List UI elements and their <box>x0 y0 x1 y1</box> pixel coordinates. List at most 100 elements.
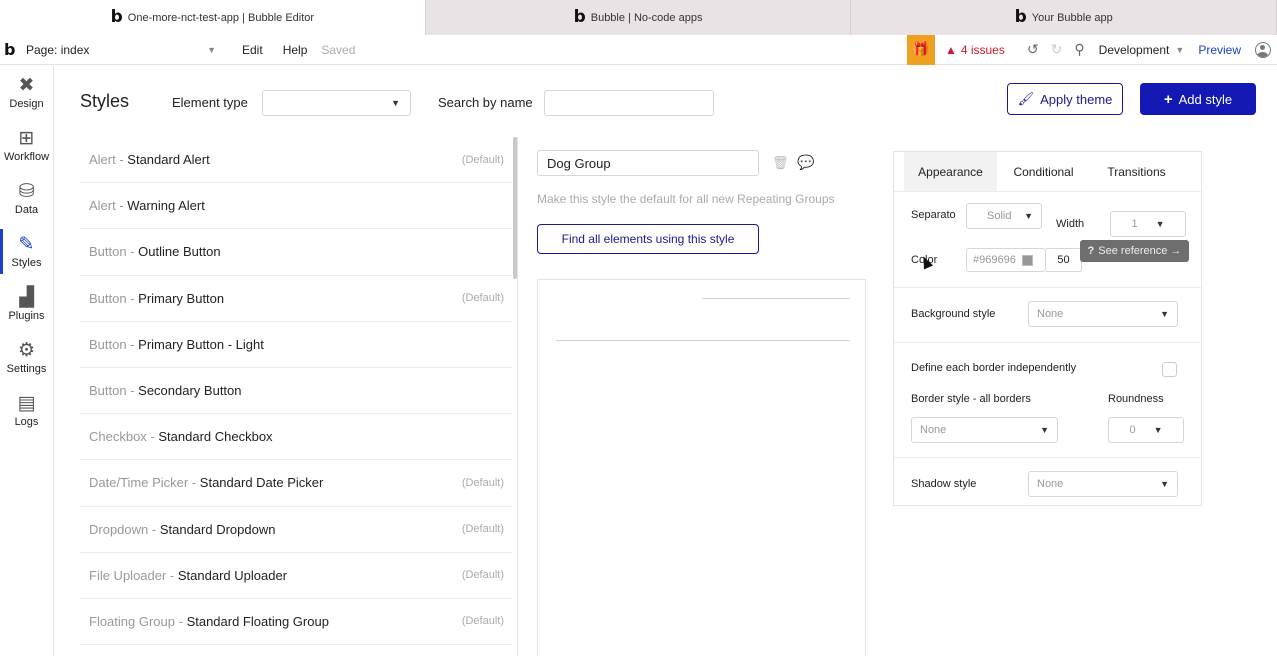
nav-item-logs[interactable]: ▤ Logs <box>0 384 53 437</box>
roundness-value: 0 <box>1129 424 1136 436</box>
style-list-item-name: Button - Primary Button <box>89 291 224 306</box>
environment-label: Development <box>1098 42 1170 57</box>
editor-topbar: b Page: index ▼ Edit Help Saved 🎁 ▲ 4 is… <box>0 34 1277 65</box>
separator-style-dropdown[interactable]: Solid ▼ <box>966 203 1042 229</box>
style-element-type: Alert - <box>89 198 124 214</box>
nav-label: Data <box>14 203 39 216</box>
style-preview <box>537 279 866 656</box>
issues-button[interactable]: ▲ 4 issues <box>945 43 1015 57</box>
edit-menu[interactable]: Edit <box>242 43 263 57</box>
style-list-item-name: Dropdown - Standard Dropdown <box>89 522 275 537</box>
browser-tab-app[interactable]: b Your Bubble app <box>851 0 1277 35</box>
shadow-style-value: None <box>1037 478 1064 490</box>
style-name: Secondary Button <box>138 383 242 399</box>
redo-icon[interactable]: ↻ <box>1051 41 1063 58</box>
color-input[interactable]: #969696 <box>966 248 1046 272</box>
tab-conditional[interactable]: Conditional <box>997 152 1090 191</box>
default-badge: (Default) <box>461 292 504 305</box>
shadow-style-dropdown[interactable]: None ▼ <box>1028 471 1178 497</box>
width-dropdown[interactable]: 1 ▼ <box>1110 211 1186 237</box>
element-type-dropdown[interactable]: ▼ <box>262 90 411 116</box>
bubble-logo-icon[interactable]: b <box>4 41 26 58</box>
style-name: Standard Alert <box>127 152 210 168</box>
nav-item-styles[interactable]: ✎ Styles <box>0 225 53 278</box>
environment-selector[interactable]: Development ▼ <box>1099 43 1185 57</box>
chevron-down-icon: ▼ <box>391 98 400 108</box>
nav-item-workflow[interactable]: ⊞ Workflow <box>0 119 53 172</box>
style-list-item[interactable]: Button - Secondary Button <box>80 368 512 415</box>
style-list-item[interactable]: Alert - Standard Alert (Default) <box>80 137 512 184</box>
page-title: Styles <box>80 91 130 111</box>
undo-icon[interactable]: ↺ <box>1027 41 1039 58</box>
style-list-item[interactable]: Button - Primary Button - Light <box>80 322 512 368</box>
roundness-dropdown[interactable]: 0 ▼ <box>1108 417 1184 443</box>
style-list-item[interactable]: Date/Time Picker - Standard Date Picker (… <box>80 460 512 507</box>
style-list-item[interactable]: Checkbox - Standard Checkbox <box>80 414 512 461</box>
style-name: Standard Dropdown <box>159 521 276 537</box>
width-label: Width <box>1056 218 1085 230</box>
style-list-item[interactable]: Button - Outline Button <box>80 229 512 276</box>
color-swatch[interactable] <box>1021 254 1033 266</box>
style-list-item[interactable]: File Uploader - Standard Uploader (Defaul… <box>80 553 512 599</box>
default-badge: (Default) <box>461 615 504 628</box>
bubble-logo-icon: b <box>573 7 586 27</box>
background-style-value: None <box>1037 308 1064 320</box>
add-style-button[interactable]: + Add style <box>1140 83 1256 115</box>
preview-link[interactable]: Preview <box>1198 43 1241 57</box>
style-name-input[interactable]: Dog Group <box>537 150 759 176</box>
browser-tab-title: Bubble | No-code apps <box>590 11 703 24</box>
default-badge: (Default) <box>461 523 504 536</box>
bubble-logo-icon: b <box>1014 7 1027 27</box>
plus-icon: + <box>1163 90 1173 108</box>
search-input[interactable] <box>544 90 714 116</box>
style-list-item-name: Button - Outline Button <box>89 244 221 259</box>
account-icon[interactable] <box>1255 41 1271 58</box>
chevron-down-icon: ▼ <box>1155 219 1165 229</box>
opacity-input[interactable]: 50 <box>1046 248 1082 272</box>
browser-tab-editor[interactable]: b One-more-nct-test-app | Bubble Editor <box>0 0 426 35</box>
tab-appearance[interactable]: Appearance <box>904 152 997 191</box>
browser-tab-bubble[interactable]: b Bubble | No-code apps <box>425 0 852 35</box>
style-list-item[interactable]: Dropdown - Standard Dropdown (Default) <box>80 507 512 553</box>
default-badge: (Default) <box>461 476 504 489</box>
style-list-scrollbar[interactable] <box>513 137 517 279</box>
style-list-item[interactable]: Button - Primary Button (Default) <box>80 276 512 322</box>
nav-label: Plugins <box>8 309 45 322</box>
nav-item-plugins[interactable]: ▟ Plugins <box>0 278 53 331</box>
design-icon: ✖ <box>18 74 35 96</box>
default-badge: (Default) <box>461 153 504 166</box>
define-border-label: Define each border independently <box>911 362 1077 374</box>
page-selector-label: Page: index <box>26 42 90 57</box>
gift-icon[interactable]: 🎁 <box>906 34 935 65</box>
add-style-label: Add style <box>1178 91 1233 107</box>
style-name: Standard Checkbox <box>158 429 273 445</box>
comment-icon[interactable]: 💬 <box>797 154 814 171</box>
nav-item-design[interactable]: ✖ Design <box>0 66 53 119</box>
chevron-down-icon: ▼ <box>1160 309 1169 319</box>
border-style-dropdown[interactable]: None ▼ <box>911 417 1058 443</box>
style-name: Standard Floating Group <box>186 613 329 629</box>
style-list-item[interactable]: Alert - Warning Alert <box>80 183 512 230</box>
help-menu[interactable]: Help <box>283 43 308 57</box>
background-style-dropdown[interactable]: None ▼ <box>1028 301 1178 327</box>
logs-icon: ▤ <box>17 392 36 414</box>
set-default-link[interactable]: Make this style the default for all new … <box>537 192 835 206</box>
trash-icon[interactable]: 🗑 <box>772 155 789 171</box>
nav-item-data[interactable]: ⛁ Data <box>0 172 53 225</box>
style-element-type: File Uploader - <box>89 567 175 583</box>
nav-item-settings[interactable]: ⚙ Settings <box>0 331 53 384</box>
browser-tab-title: One-more-nct-test-app | Bubble Editor <box>127 11 315 24</box>
apply-theme-button[interactable]: 🖌 Apply theme <box>1007 83 1123 115</box>
page-selector[interactable]: Page: index ▼ <box>26 43 222 57</box>
define-border-checkbox[interactable] <box>1162 362 1177 377</box>
tab-transitions[interactable]: Transitions <box>1090 152 1183 191</box>
style-list-item[interactable]: Floating Group - Standard Floating Group… <box>80 599 512 646</box>
style-element-type: Button - <box>89 383 135 399</box>
panel-tabs: Appearance Conditional Transitions <box>894 152 1201 192</box>
style-element-type: Dropdown - <box>89 521 157 537</box>
search-icon[interactable]: ⚲ <box>1074 41 1084 58</box>
find-elements-button[interactable]: Find all elements using this style <box>537 224 759 254</box>
style-name: Primary Button <box>138 290 225 306</box>
see-reference-tooltip[interactable]: ? See reference → <box>1080 240 1189 262</box>
style-list-item-name: Date/Time Picker - Standard Date Picker <box>89 475 323 490</box>
